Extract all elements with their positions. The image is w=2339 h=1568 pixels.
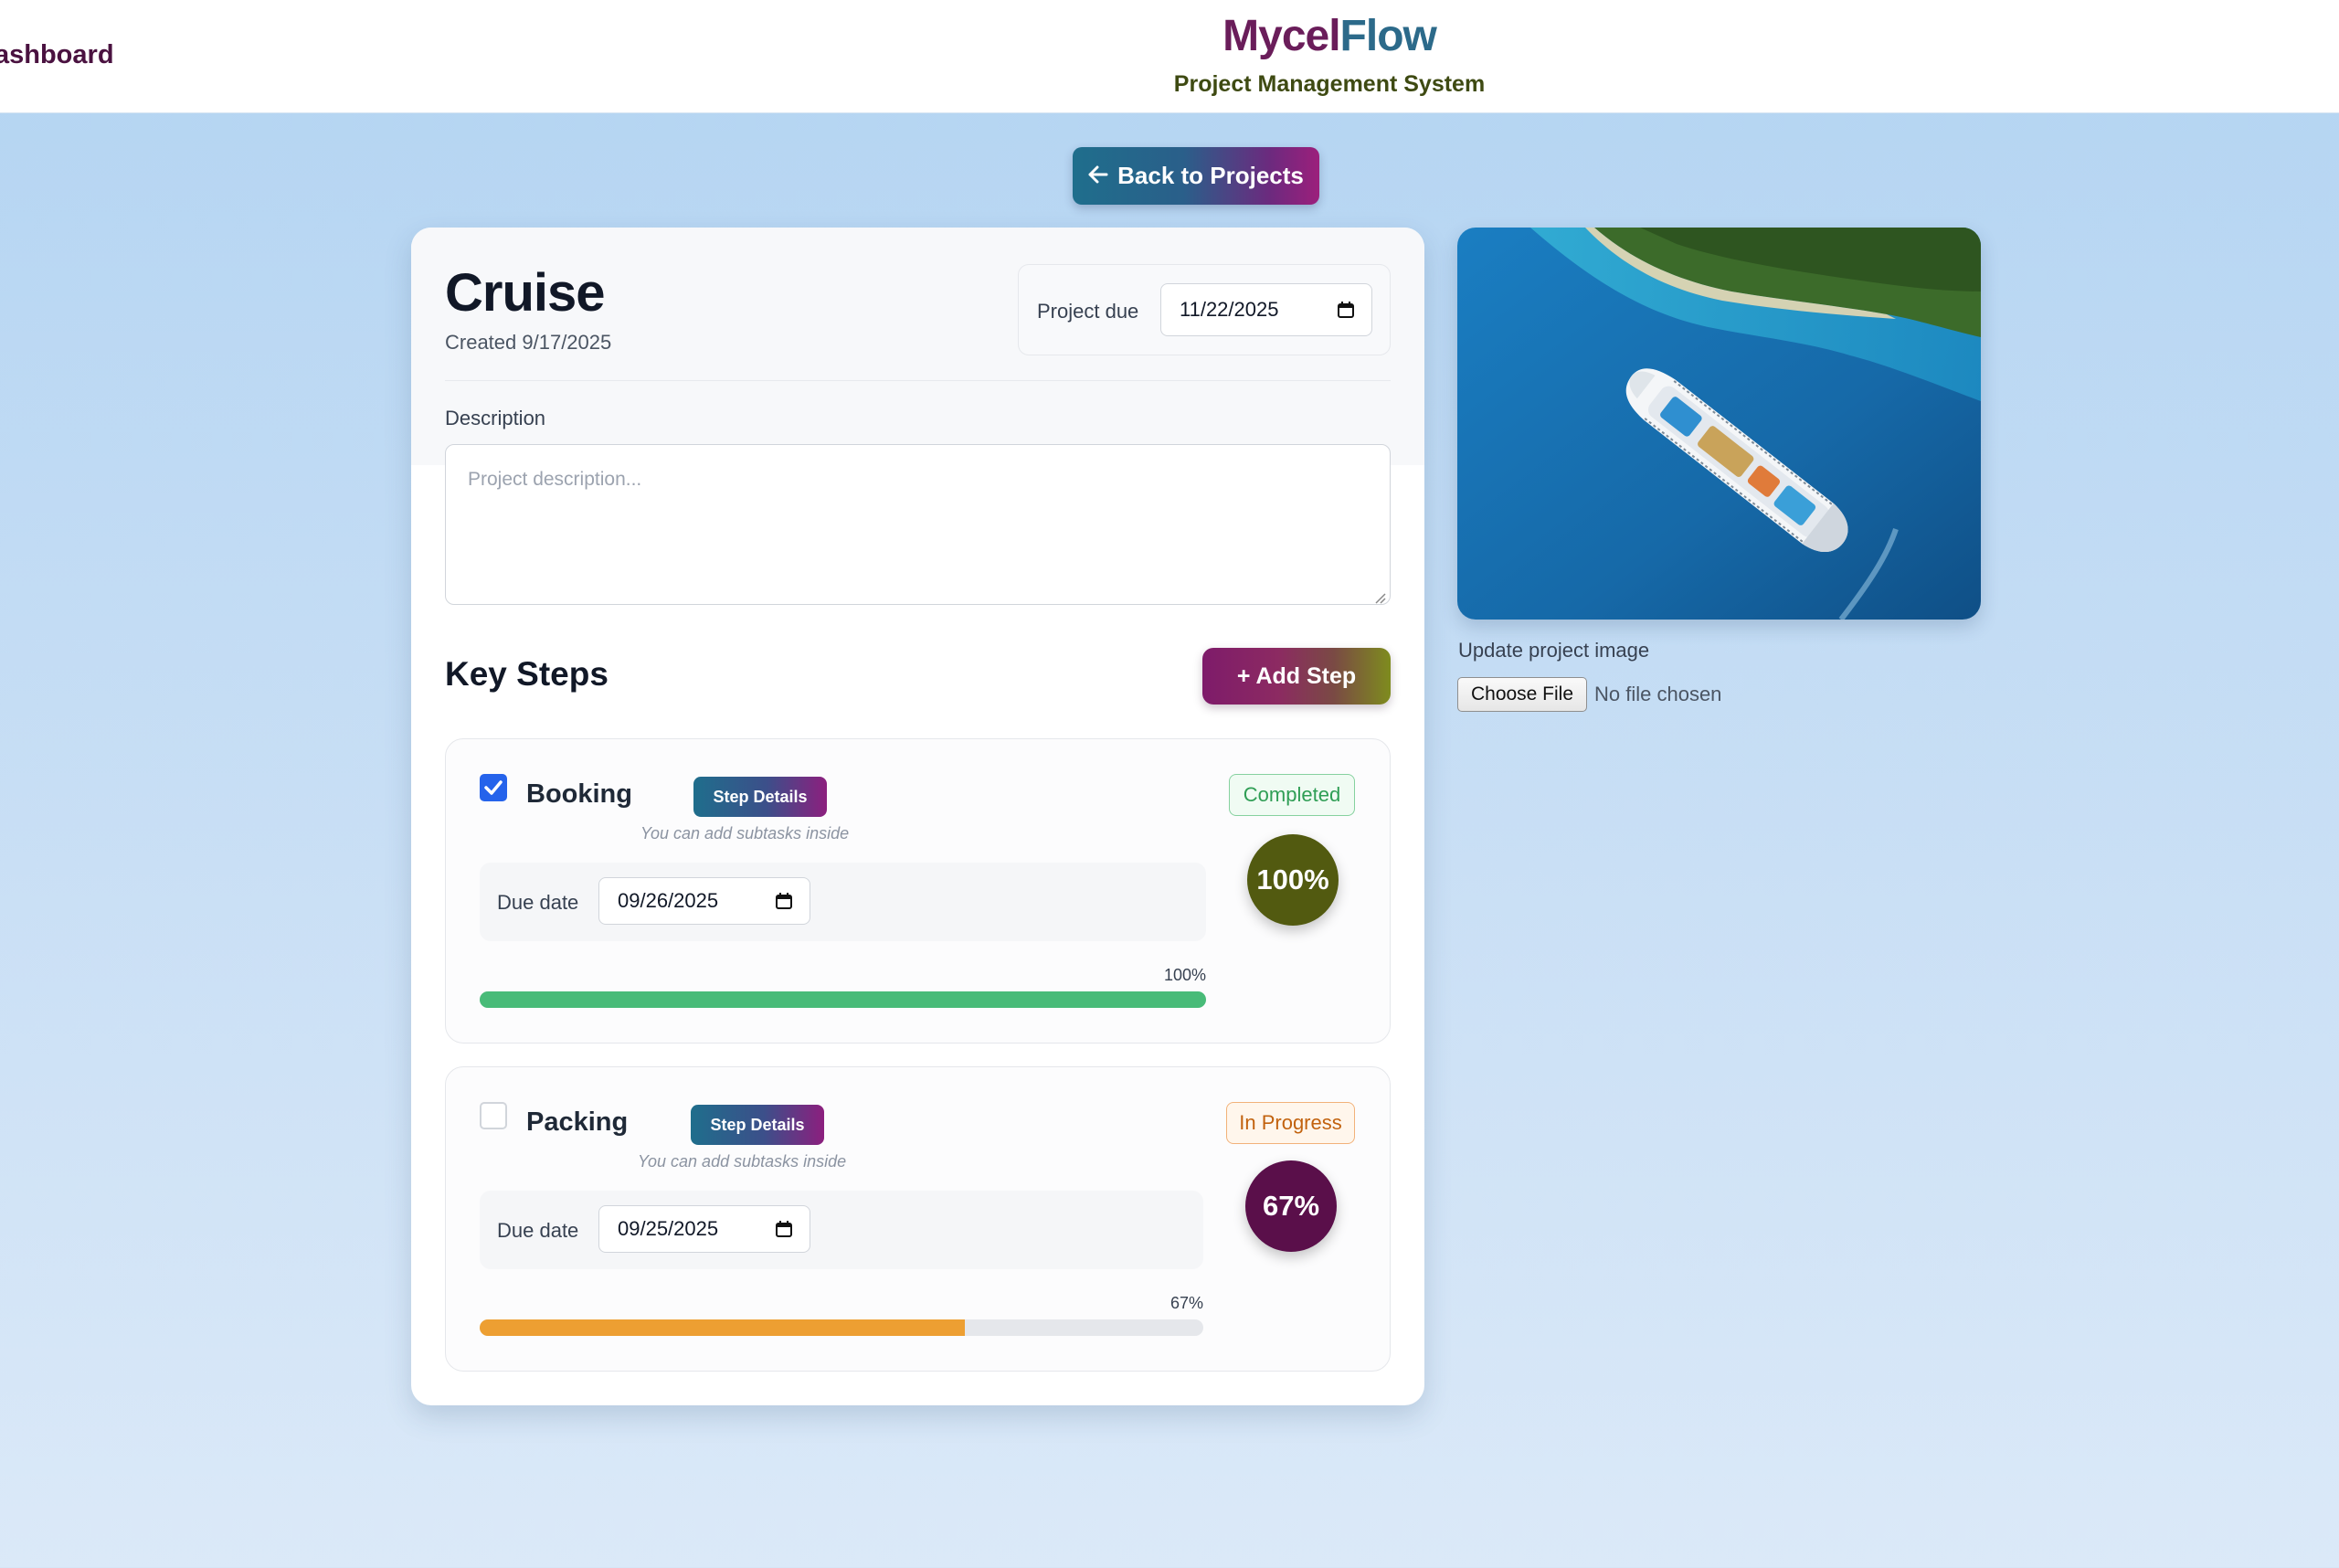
- step-progress-fill: [480, 1319, 965, 1336]
- project-due-date-value: 11/22/2025: [1180, 298, 1279, 321]
- description-label: Description: [445, 407, 546, 429]
- project-due-label: Project due: [1037, 300, 1139, 323]
- description-placeholder: Project description...: [468, 469, 642, 490]
- step-details-button[interactable]: Step Details: [691, 1105, 824, 1145]
- header-divider: [445, 380, 1391, 381]
- update-image-label: Update project image: [1458, 639, 1650, 662]
- step-due-label: Due date: [497, 891, 579, 914]
- project-image: [1457, 228, 1981, 620]
- step-due-date-input[interactable]: 09/25/2025: [598, 1205, 810, 1253]
- project-created-date: Created 9/17/2025: [445, 331, 612, 354]
- calendar-icon[interactable]: [775, 892, 793, 910]
- step-name[interactable]: Booking: [526, 779, 632, 810]
- step-progress-label: 100%: [1163, 966, 1206, 984]
- step-checkbox[interactable]: [480, 774, 507, 801]
- brand-name-part2: Flow: [1339, 12, 1437, 60]
- step-checkbox[interactable]: [480, 1102, 507, 1129]
- brand-tagline: Project Management System: [1173, 71, 1486, 97]
- step-details-button[interactable]: Step Details: [693, 777, 827, 817]
- step-due-label: Due date: [497, 1219, 579, 1242]
- step-name[interactable]: Packing: [526, 1107, 628, 1138]
- step-due-row: Due date 09/26/2025: [480, 863, 1206, 941]
- status-badge: In Progress: [1226, 1102, 1355, 1144]
- step-due-row: Due date 09/25/2025: [480, 1191, 1203, 1269]
- checkmark-icon: [484, 780, 503, 795]
- top-header: ashboard MycelFlow Project Management Sy…: [0, 0, 2339, 113]
- calendar-icon[interactable]: [775, 1220, 793, 1238]
- step-card-packing: Packing Step Details You can add subtask…: [445, 1066, 1391, 1372]
- step-percent-circle: 100%: [1247, 834, 1339, 926]
- cruise-ship-photo: [1457, 228, 1981, 620]
- no-file-chosen-text: No file chosen: [1594, 683, 1722, 705]
- step-due-date-value: 09/25/2025: [618, 1217, 719, 1240]
- description-textarea[interactable]: Project description...: [445, 444, 1391, 605]
- step-progress-fill: [480, 991, 1206, 1008]
- file-input[interactable]: Choose File No file chosen: [1457, 677, 1721, 712]
- project-detail-card: Cruise Created 9/17/2025 Project due 11/…: [411, 228, 1424, 1405]
- project-due-box: Project due 11/22/2025: [1018, 264, 1391, 355]
- choose-file-button[interactable]: Choose File: [1457, 677, 1587, 712]
- brand-logo[interactable]: MycelFlow: [0, 9, 2339, 64]
- step-progress-bar: [480, 1319, 1203, 1336]
- step-hint: You can add subtasks inside: [638, 1152, 847, 1171]
- status-badge: Completed: [1229, 774, 1355, 816]
- resize-grip-icon[interactable]: [1373, 588, 1386, 604]
- project-title[interactable]: Cruise: [445, 262, 606, 323]
- step-percent-circle: 67%: [1245, 1160, 1337, 1252]
- arrow-left-icon: [1088, 162, 1108, 190]
- step-due-date-value: 09/26/2025: [618, 889, 719, 912]
- step-due-date-input[interactable]: 09/26/2025: [598, 877, 810, 925]
- project-due-date-input[interactable]: 11/22/2025: [1160, 283, 1372, 336]
- step-card-booking: Booking Step Details You can add subtask…: [445, 738, 1391, 1044]
- step-progress-bar: [480, 991, 1206, 1008]
- brand-name-part1: Mycel: [1222, 12, 1340, 60]
- back-to-projects-label: Back to Projects: [1117, 162, 1304, 189]
- key-steps-title: Key Steps: [445, 655, 609, 693]
- add-step-button[interactable]: + Add Step: [1202, 648, 1391, 705]
- calendar-icon[interactable]: [1337, 301, 1355, 319]
- step-hint: You can add subtasks inside: [640, 824, 850, 842]
- step-progress-label: 67%: [1170, 1294, 1203, 1312]
- back-to-projects-button[interactable]: Back to Projects: [1073, 147, 1319, 205]
